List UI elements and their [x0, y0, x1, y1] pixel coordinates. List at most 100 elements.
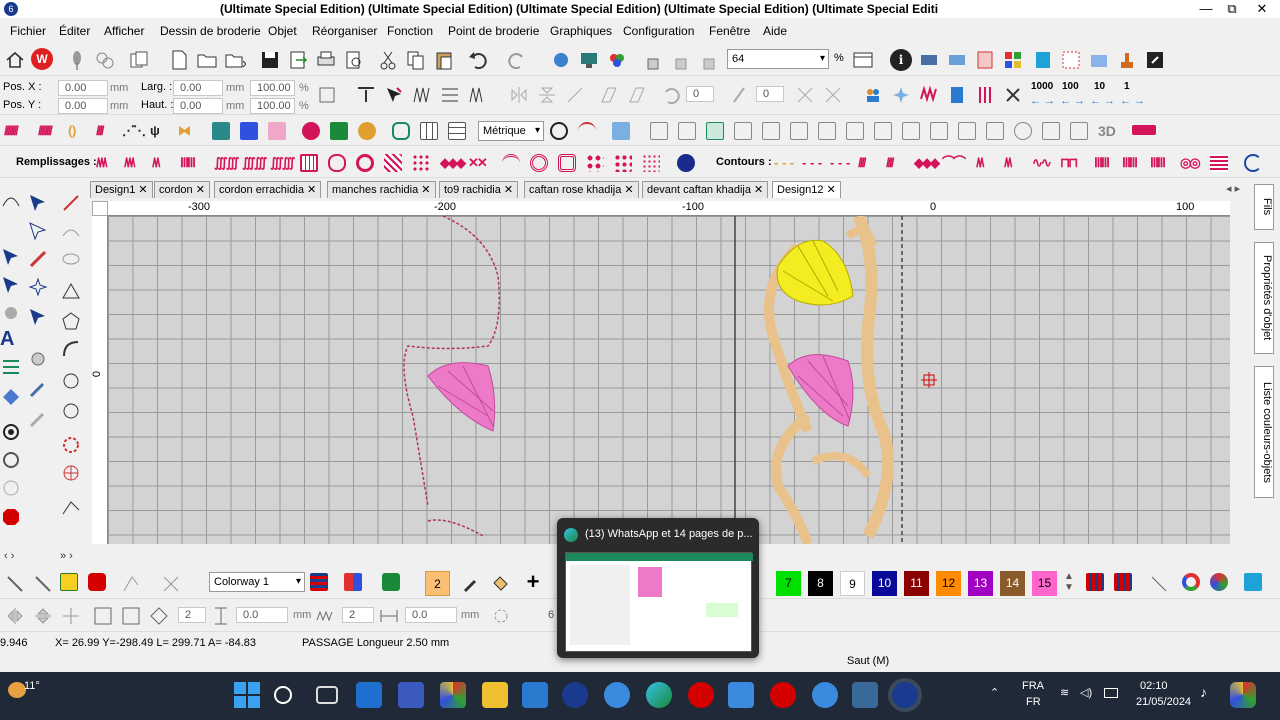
tab-manches-rachidia[interactable]: manches rachidia ✕ — [327, 181, 436, 198]
fill-grid-tool[interactable] — [300, 154, 318, 172]
contour-chain-tool[interactable]: ◎◎ — [1180, 156, 1201, 170]
grid-g-icon[interactable] — [818, 122, 836, 140]
fill-cross-tool[interactable]: ✕✕ — [468, 156, 488, 170]
export-icon[interactable] — [287, 49, 309, 71]
teams-icon[interactable] — [398, 682, 424, 708]
step-arrows-1[interactable]: ← → — [1120, 95, 1145, 107]
star-tool-icon[interactable] — [268, 122, 286, 140]
machine-settings-icon[interactable] — [946, 49, 968, 71]
fill-comb-tool[interactable]: ⅢⅢ — [180, 156, 196, 170]
appliqué-shape-icon[interactable] — [302, 122, 320, 140]
zoom-combo[interactable]: 64 — [727, 49, 829, 69]
app-logo-icon[interactable]: 6 — [4, 2, 18, 16]
grid-k-icon[interactable] — [930, 122, 948, 140]
curve-tool-icon[interactable] — [0, 190, 22, 212]
step-100-label[interactable]: 100 — [1062, 81, 1079, 92]
vertical-scrollbar[interactable] — [1230, 216, 1248, 544]
fill-wave-tool[interactable]: ∭∭ — [214, 156, 239, 170]
contour-zig-tool[interactable]: /\/\ — [976, 156, 985, 170]
fullscreen-icon[interactable] — [1144, 49, 1166, 71]
mail-icon[interactable] — [522, 682, 548, 708]
menu-fichier[interactable]: Fichier — [10, 24, 46, 38]
fill-diamonds-tool[interactable]: ◆◆◆ — [440, 156, 466, 170]
menu-point-broderie[interactable]: Point de broderie — [448, 24, 539, 38]
align-top-icon[interactable] — [355, 84, 377, 106]
pos-x-field[interactable]: 0.00 — [58, 80, 108, 96]
contour-bar2-tool[interactable]: ⅢⅢ — [1122, 156, 1138, 170]
thread-chart2-icon[interactable] — [1114, 573, 1132, 591]
notification-bell-icon[interactable]: ♪ — [1200, 684, 1207, 700]
dots-grid-icon[interactable] — [1060, 49, 1082, 71]
clock-date[interactable]: 21/05/2024 — [1136, 696, 1191, 708]
hoop-view-icon[interactable] — [1244, 573, 1262, 591]
menu-fenetre[interactable]: Fenêtre — [709, 24, 750, 38]
tab-devant-caftan-khadija[interactable]: devant caftan khadija ✕ — [642, 181, 769, 198]
screen-export-icon[interactable] — [578, 49, 600, 71]
print-icon[interactable] — [315, 49, 337, 71]
grid-f-icon[interactable] — [790, 122, 808, 140]
stitch-arrow-icon[interactable] — [467, 84, 489, 106]
zigzag-count-field[interactable]: 2 — [342, 607, 374, 623]
contour-bar3-tool[interactable]: ⅢⅢ — [1150, 156, 1166, 170]
stitch-order-icon[interactable] — [439, 84, 461, 106]
grid-c-icon[interactable] — [706, 122, 724, 140]
fill-dots-tool[interactable] — [412, 154, 430, 172]
mirror-diag-icon[interactable] — [564, 84, 586, 106]
grid-m-icon[interactable] — [986, 122, 1004, 140]
copy-icon[interactable] — [405, 49, 427, 71]
tab-caftan-rose-khadija[interactable]: caftan rose khadija ✕ — [524, 181, 639, 198]
fill-wave2-tool[interactable]: ∭∭ — [242, 156, 267, 170]
align-up-down-icon[interactable] — [32, 605, 54, 627]
contour-arc-tool[interactable]: ⌒⌒ — [942, 156, 966, 170]
arc-tool-icon[interactable] — [578, 122, 596, 140]
needle-icon[interactable] — [66, 49, 88, 71]
rotate-icon[interactable] — [660, 84, 682, 106]
fork-tool[interactable]: ψ — [150, 124, 160, 138]
circle-outline-icon[interactable] — [0, 477, 22, 499]
color-cell-11[interactable]: 11 — [904, 571, 929, 596]
menu-editer[interactable]: Éditer — [59, 24, 90, 38]
fill-diag-tool[interactable] — [384, 154, 402, 172]
menu-objet[interactable]: Objet — [268, 24, 297, 38]
step-1000-label[interactable]: 1000 — [1031, 81, 1053, 92]
volume-icon[interactable]: ◁) — [1080, 686, 1092, 699]
feather-stitch-tool[interactable]: //// — [96, 124, 105, 138]
erase-tool-icon[interactable] — [160, 573, 182, 595]
horizontal-spacing-field[interactable]: 0.0 — [405, 607, 457, 623]
tab-design1[interactable]: Design1 ✕ — [90, 181, 153, 198]
line-tool-icon[interactable] — [60, 192, 82, 214]
print-preview-icon[interactable] — [343, 49, 365, 71]
text-tool-icon[interactable]: A — [0, 328, 22, 350]
ruler-corner[interactable] — [92, 201, 108, 216]
diamond-tool-icon[interactable] — [0, 386, 22, 408]
gear-spacing-icon[interactable] — [490, 605, 512, 627]
node-edit-icon[interactable] — [60, 400, 82, 422]
needle-thread-icon[interactable] — [974, 84, 996, 106]
stitch-wave-icon[interactable] — [918, 84, 940, 106]
moon-tool-icon[interactable] — [677, 154, 695, 172]
battery-icon[interactable] — [1104, 688, 1118, 698]
color-cell-12[interactable]: 12 — [936, 571, 961, 596]
mirror-v-icon[interactable] — [508, 84, 530, 106]
clock-time[interactable]: 02:10 — [1140, 680, 1168, 692]
menu-configuration[interactable]: Configuration — [623, 24, 694, 38]
spacing-count-field[interactable]: 2 — [178, 607, 206, 623]
contour-dash2-tool[interactable]: - - - — [830, 156, 850, 170]
embroidery-app-icon[interactable] — [562, 682, 588, 708]
restore-button[interactable]: ⧉ — [1218, 0, 1246, 18]
table-tool-icon[interactable] — [448, 122, 466, 140]
diamond-frame-icon[interactable] — [148, 605, 170, 627]
fill-zigzag2-tool[interactable]: /\/\/\ — [124, 156, 136, 170]
select-arrow-icon[interactable] — [0, 274, 22, 296]
grid-l-icon[interactable] — [958, 122, 976, 140]
fill-spiral-tool[interactable] — [530, 154, 548, 172]
contour-zig2-tool[interactable]: /\/\ — [1004, 156, 1013, 170]
hoop-icon[interactable] — [1032, 49, 1054, 71]
copy-pages-icon[interactable] — [128, 49, 150, 71]
dock-tab-object-properties[interactable]: Propriétés d'objet — [1254, 242, 1274, 354]
color-cell-15[interactable]: 15 — [1032, 571, 1057, 596]
task-view-icon[interactable] — [316, 686, 338, 704]
pos-y-field[interactable]: 0.00 — [58, 98, 108, 114]
minimize-button[interactable]: — — [1192, 0, 1220, 18]
color-cell-8[interactable]: 8 — [808, 571, 833, 596]
